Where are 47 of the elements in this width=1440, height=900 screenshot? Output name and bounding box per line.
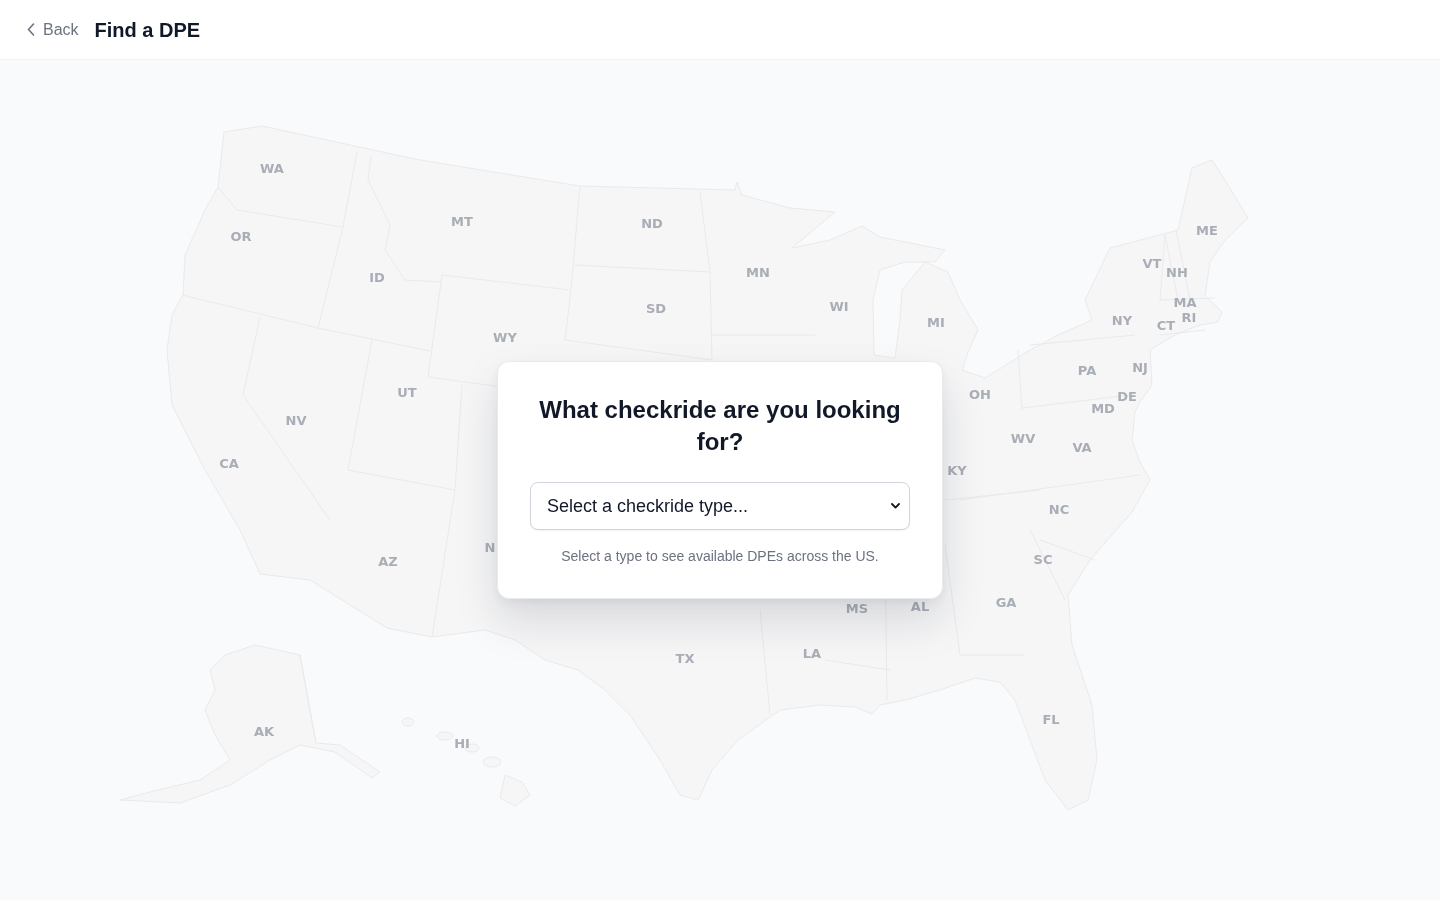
state-label: MI [927, 315, 945, 329]
state-label: MA [1173, 295, 1197, 309]
state-label: WV [1010, 431, 1036, 445]
state-label: GA [995, 595, 1017, 609]
prompt-heading: What checkride are you looking for? [538, 395, 902, 457]
back-link[interactable]: Back [27, 17, 79, 42]
state-label: AK [253, 724, 275, 738]
state-label: MN [746, 265, 770, 279]
state-label: RI [1181, 310, 1197, 324]
state-label: OH [969, 387, 991, 401]
state-label: ID [369, 270, 385, 284]
state-label: WA [260, 161, 284, 175]
state-label: OR [230, 229, 252, 243]
state-label: AL [910, 599, 930, 613]
state-label: HI [454, 736, 470, 750]
state-label: NY [1111, 313, 1133, 327]
state-label: MD [1091, 401, 1115, 415]
state-label: AZ [378, 554, 398, 568]
chevron-down-icon [891, 503, 900, 509]
state-label: UT [397, 385, 417, 399]
state-label: NC [1048, 502, 1070, 516]
state-label: SC [1033, 552, 1053, 566]
state-label: CA [219, 456, 239, 470]
chevron-left-icon [27, 23, 35, 36]
state-label: NJ [1132, 360, 1148, 374]
helper-text: Select a type to see available DPEs across the US. [560, 547, 880, 566]
state-label: CT [1156, 318, 1176, 332]
state-label: FL [1042, 712, 1060, 726]
state-label: ME [1196, 223, 1218, 237]
state-label: MS [845, 601, 869, 615]
state-label: WI [829, 299, 849, 313]
state-label: SD [645, 301, 667, 315]
state-label: KY [947, 463, 967, 477]
state-label: ND [641, 216, 663, 230]
state-label: NH [1166, 265, 1188, 279]
page-title: Find a DPE [94, 17, 201, 42]
state-label: DE [1117, 389, 1137, 403]
state-label: TX [675, 651, 695, 665]
state-label: PA [1077, 363, 1097, 377]
state-label: VA [1072, 440, 1092, 454]
state-label: NV [285, 413, 307, 427]
state-label: VT [1142, 256, 1162, 270]
checkride-type-select[interactable]: Select a checkride type... [530, 482, 910, 530]
state-label: N [484, 540, 496, 554]
state-label: MT [451, 214, 473, 228]
state-label: LA [802, 646, 822, 660]
state-label: WY [493, 330, 517, 344]
